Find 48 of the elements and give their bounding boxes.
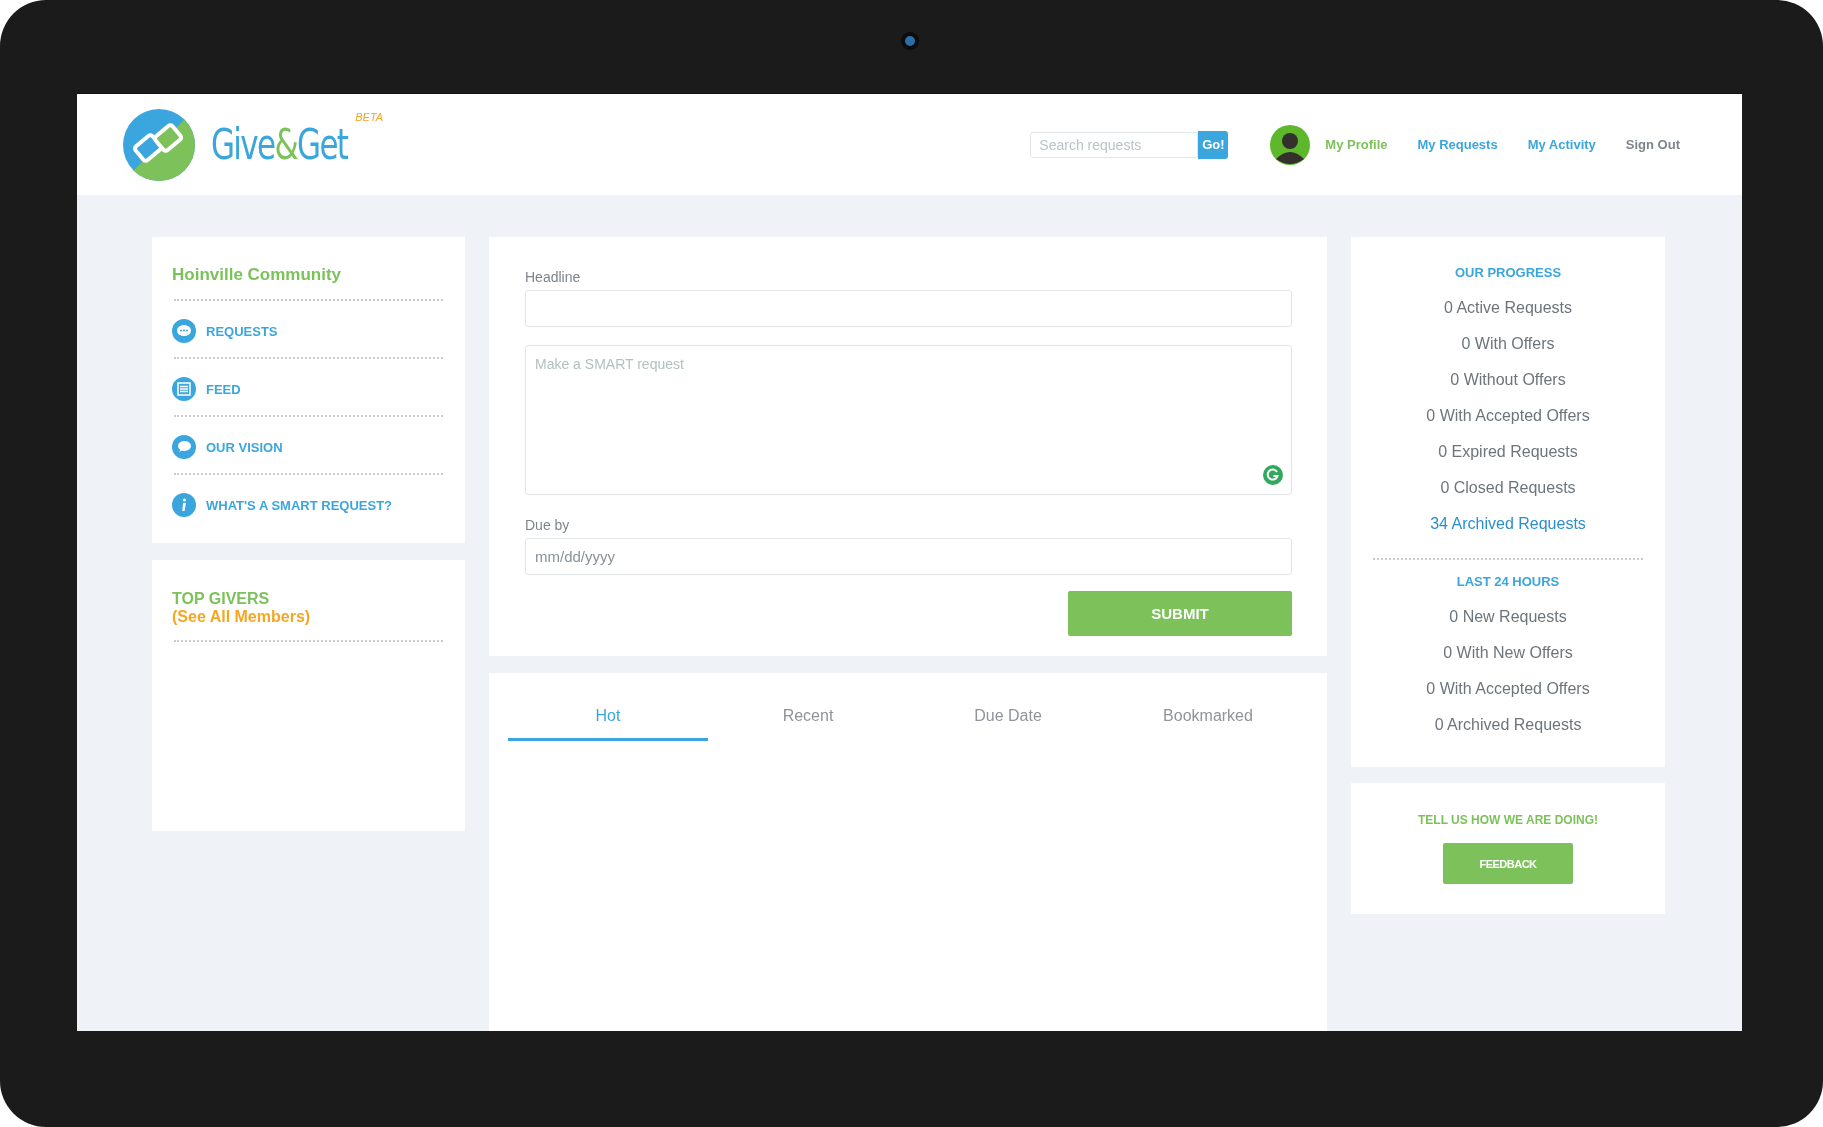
sidebar-item[interactable]: WHAT'S A SMART REQUEST? xyxy=(172,493,445,517)
nav-link[interactable]: My Requests xyxy=(1417,137,1498,152)
speech-bubble-icon xyxy=(172,435,196,459)
sidebar-item[interactable]: REQUESTS xyxy=(172,319,445,343)
progress-title: OUR PROGRESS xyxy=(1454,265,1562,280)
avatar-icon[interactable] xyxy=(1270,124,1311,165)
request-textarea[interactable]: Make a SMART request xyxy=(525,345,1292,495)
stat-text: 0 Archived Requests xyxy=(1434,715,1582,735)
stat-text: 0 With Accepted Offers xyxy=(1426,406,1590,426)
chat-bubble-icon xyxy=(172,319,196,343)
stat-text: 0 With New Offers xyxy=(1443,643,1573,663)
logo-wordmark: Give&Get xyxy=(211,120,348,169)
search-button[interactable]: Go! xyxy=(1198,130,1229,159)
field-label: Headline xyxy=(525,269,582,285)
see-all-members-link[interactable]: (See All Members) xyxy=(172,608,445,626)
submit-button[interactable]: SUBMIT xyxy=(1068,591,1292,636)
feedback-button[interactable]: FEEDBACK xyxy=(1443,843,1573,884)
grammar-check-icon[interactable] xyxy=(1263,465,1283,485)
field-label: Due by xyxy=(525,517,571,533)
stat-text: 0 With Offers xyxy=(1461,334,1555,354)
nav-link[interactable]: Sign Out xyxy=(1625,137,1680,152)
search-field[interactable]: Search requests xyxy=(1030,131,1199,158)
stat-text: 0 Expired Requests xyxy=(1438,442,1578,462)
community-title: Hoinville Community xyxy=(172,265,343,285)
sidebar-item[interactable]: OUR VISION xyxy=(172,435,445,459)
last-24-hours-title: LAST 24 HOURS xyxy=(1456,574,1560,589)
top-givers-title: TOP GIVERS xyxy=(172,590,271,608)
sort-tab[interactable]: Bookmarked xyxy=(1108,701,1308,741)
stat-text: 0 Closed Requests xyxy=(1440,478,1576,498)
nav-link[interactable]: My Profile xyxy=(1325,137,1388,152)
stat-text: 0 New Requests xyxy=(1449,607,1567,627)
stat-text: 0 Without Offers xyxy=(1450,370,1566,390)
textarea-placeholder: Make a SMART request xyxy=(535,356,684,372)
stat-link[interactable]: 34 Archived Requests xyxy=(1430,506,1586,542)
beta-label: BETA xyxy=(355,110,384,123)
camera-dot xyxy=(900,32,919,50)
nav-link[interactable]: My Activity xyxy=(1527,137,1596,152)
sort-tab[interactable]: Recent xyxy=(708,701,908,741)
info-icon xyxy=(172,493,196,517)
sort-tab[interactable]: Hot xyxy=(508,701,708,741)
stat-text: 0 With Accepted Offers xyxy=(1426,679,1590,699)
list-icon xyxy=(172,377,196,401)
due-date-field[interactable]: mm/dd/yyyy xyxy=(525,538,1292,575)
sidebar-item[interactable]: FEED xyxy=(172,377,445,401)
headline-field[interactable] xyxy=(525,290,1292,327)
sort-tab[interactable]: Due Date xyxy=(908,701,1108,741)
feedback-prompt: TELL US HOW WE ARE DOING! xyxy=(1418,813,1598,827)
stat-text: 0 Active Requests xyxy=(1443,298,1573,318)
